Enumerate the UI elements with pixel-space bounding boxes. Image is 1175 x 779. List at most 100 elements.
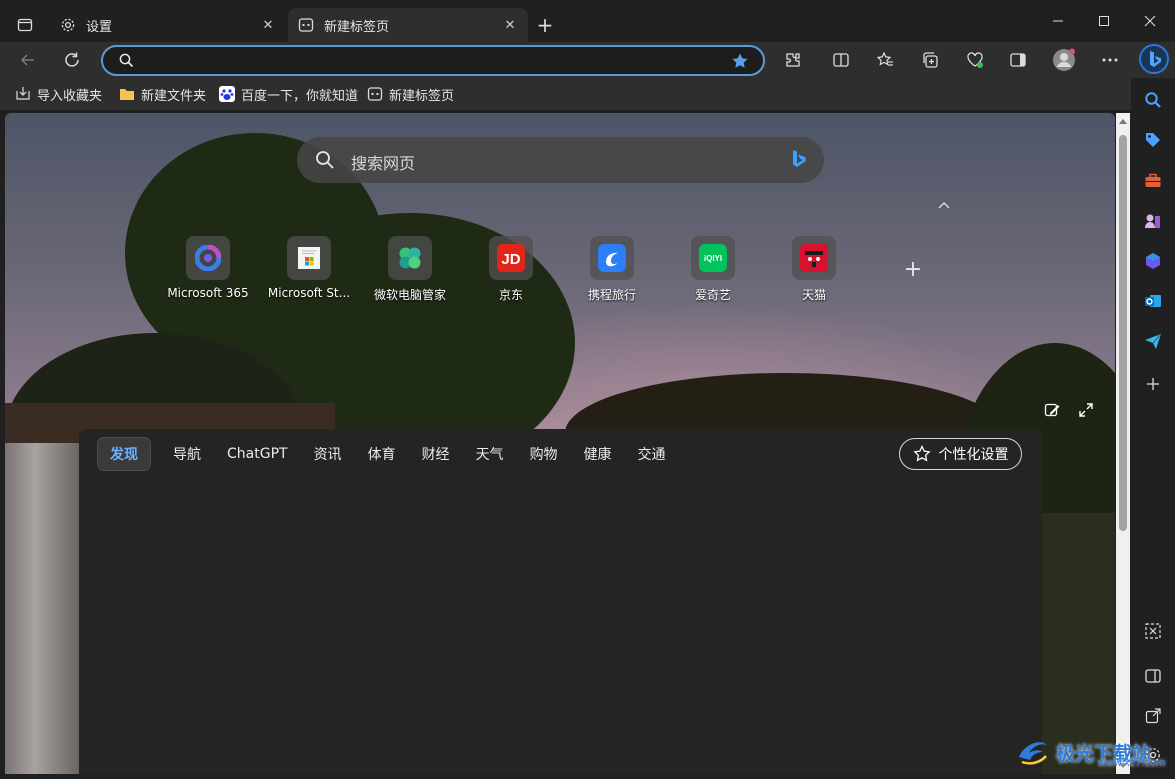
feed-tab-chatgpt[interactable]: ChatGPT: [219, 437, 296, 471]
quick-link-pc-manager[interactable]: 微软电脑管家: [360, 236, 460, 303]
browser-essentials-icon[interactable]: [963, 48, 987, 72]
star-settings-icon: [912, 445, 931, 463]
folder-icon: [119, 86, 135, 102]
favorite-label: 新建文件夹: [141, 88, 207, 104]
shopping-tag-icon[interactable]: [1141, 128, 1165, 152]
import-favorites-icon: [15, 86, 31, 102]
maximize-button[interactable]: [1081, 6, 1127, 36]
more-options-icon[interactable]: [1098, 48, 1122, 72]
search-icon: [315, 150, 335, 174]
scroll-thumb[interactable]: [1119, 135, 1127, 531]
collapse-quick-links-icon[interactable]: [934, 195, 954, 215]
profile-avatar[interactable]: [1052, 48, 1076, 72]
address-bar[interactable]: [101, 45, 765, 76]
outlook-icon[interactable]: [1141, 289, 1165, 313]
new-tab-button[interactable]: +: [534, 13, 556, 37]
new-tab-page: 搜索网页 Microsoft 365 Microsoft St... 微软电脑管…: [5, 113, 1115, 774]
games-icon[interactable]: [1141, 209, 1165, 233]
quick-link-microsoft-store[interactable]: Microsoft St...: [259, 236, 359, 300]
tab-label: 新建标签页: [324, 19, 390, 35]
feed-tab-discover[interactable]: 发现: [97, 437, 151, 471]
quick-link-label: 天猫: [801, 288, 826, 302]
add-quick-link-button[interactable]: +: [901, 257, 925, 282]
edge-sidebar: [1131, 78, 1175, 779]
favorites-icon[interactable]: [873, 48, 897, 72]
close-tab-icon[interactable]: ✕: [260, 17, 276, 33]
search-icon[interactable]: [1141, 88, 1165, 112]
split-screen-icon[interactable]: [829, 48, 853, 72]
quick-link-jd[interactable]: JD 京东: [461, 236, 561, 303]
watermark-logo-icon: [1019, 742, 1047, 765]
page-scrollbar[interactable]: [1116, 113, 1130, 774]
tab-actions-menu-icon[interactable]: [12, 12, 38, 38]
favorite-star-icon[interactable]: [731, 52, 749, 74]
close-tab-icon[interactable]: ✕: [502, 17, 518, 33]
copilot-bing-icon[interactable]: [1139, 44, 1169, 74]
favorite-new-folder[interactable]: 新建文件夹: [119, 84, 206, 104]
search-placeholder: 搜索网页: [351, 154, 416, 173]
quick-link-label: Microsoft 365: [167, 286, 249, 300]
tab-settings[interactable]: 设置 ✕: [50, 8, 286, 42]
feed-tab-weather[interactable]: 天气: [468, 437, 512, 471]
sidebar-toggle-icon[interactable]: [1006, 48, 1030, 72]
tab-new-tab[interactable]: 新建标签页 ✕: [288, 8, 528, 42]
extensions-icon[interactable]: [781, 48, 805, 72]
favorite-label: 百度一下，你就知道: [241, 88, 359, 104]
search-icon: [119, 53, 134, 72]
microsoft365-icon[interactable]: [1141, 249, 1165, 273]
quick-link-tmall[interactable]: 天猫: [764, 236, 864, 303]
close-window-button[interactable]: [1127, 6, 1173, 36]
refresh-button[interactable]: [58, 46, 86, 74]
feed-tab-finance[interactable]: 财经: [414, 437, 458, 471]
gear-icon: [60, 17, 76, 33]
favorite-label: 新建标签页: [389, 88, 455, 104]
back-button[interactable]: [14, 46, 42, 74]
web-search-box[interactable]: 搜索网页: [297, 137, 824, 183]
quick-link-label: 爱奇艺: [694, 288, 731, 302]
iqiyi-icon: iQIYI: [691, 236, 735, 280]
quick-link-ctrip[interactable]: 携程旅行: [562, 236, 662, 303]
microsoft365-icon: [186, 236, 230, 280]
quick-link-iqiyi[interactable]: iQIYI 爱奇艺: [663, 236, 763, 303]
minimize-button[interactable]: [1035, 6, 1081, 36]
feed-tab-news[interactable]: 资讯: [306, 437, 350, 471]
feed-tab-health[interactable]: 健康: [576, 437, 620, 471]
microsoft-store-icon: [287, 236, 331, 280]
tab-bar: 设置 ✕ 新建标签页 ✕ +: [0, 0, 1175, 42]
favorite-new-tab[interactable]: 新建标签页: [367, 84, 454, 104]
site-watermark-logo: 极光下载站 www.xz7.com: [1010, 727, 1170, 777]
favorite-import[interactable]: 导入收藏夹: [15, 84, 102, 104]
feed-tab-traffic[interactable]: 交通: [630, 437, 674, 471]
add-sidebar-app-icon[interactable]: [1141, 372, 1165, 396]
tools-briefcase-icon[interactable]: [1141, 169, 1165, 193]
bing-icon[interactable]: [790, 149, 808, 175]
newtab-page-icon: [298, 17, 314, 33]
ctrip-icon: [590, 236, 634, 280]
quick-link-microsoft365[interactable]: Microsoft 365: [158, 236, 258, 300]
tab-label: 设置: [86, 19, 113, 35]
quick-link-label: 携程旅行: [587, 288, 636, 302]
newtab-page-icon: [367, 86, 383, 102]
feed-tab-sports[interactable]: 体育: [360, 437, 404, 471]
pc-manager-icon: [388, 236, 432, 280]
personalize-button[interactable]: 个性化设置: [899, 438, 1022, 470]
quick-link-label: 京东: [498, 288, 523, 302]
hide-sidebar-icon[interactable]: [1141, 664, 1165, 688]
browser-window: 设置 ✕ 新建标签页 ✕ + 导入收藏夹 新建文件夹 百度一下，你就知道 新建标…: [0, 0, 1175, 779]
jd-icon: JD: [489, 236, 533, 280]
expand-background-icon[interactable]: [1077, 401, 1095, 419]
background-waterfall: [5, 443, 80, 774]
edit-background-icon[interactable]: [1043, 401, 1061, 419]
collections-icon[interactable]: [918, 48, 942, 72]
baidu-icon: [219, 86, 235, 102]
drop-send-icon[interactable]: [1141, 329, 1165, 353]
address-input[interactable]: [143, 51, 723, 71]
feed-tab-shopping[interactable]: 购物: [522, 437, 566, 471]
scroll-up-arrow[interactable]: [1119, 119, 1127, 124]
feed-tab-navigation[interactable]: 导航: [165, 437, 209, 471]
favorite-baidu[interactable]: 百度一下，你就知道: [219, 84, 358, 104]
watermark-url: www.xz7.com: [1098, 757, 1166, 769]
screenshot-icon[interactable]: [1141, 619, 1165, 643]
personalize-label: 个性化设置: [938, 447, 1009, 463]
external-link-icon[interactable]: [1141, 704, 1165, 728]
